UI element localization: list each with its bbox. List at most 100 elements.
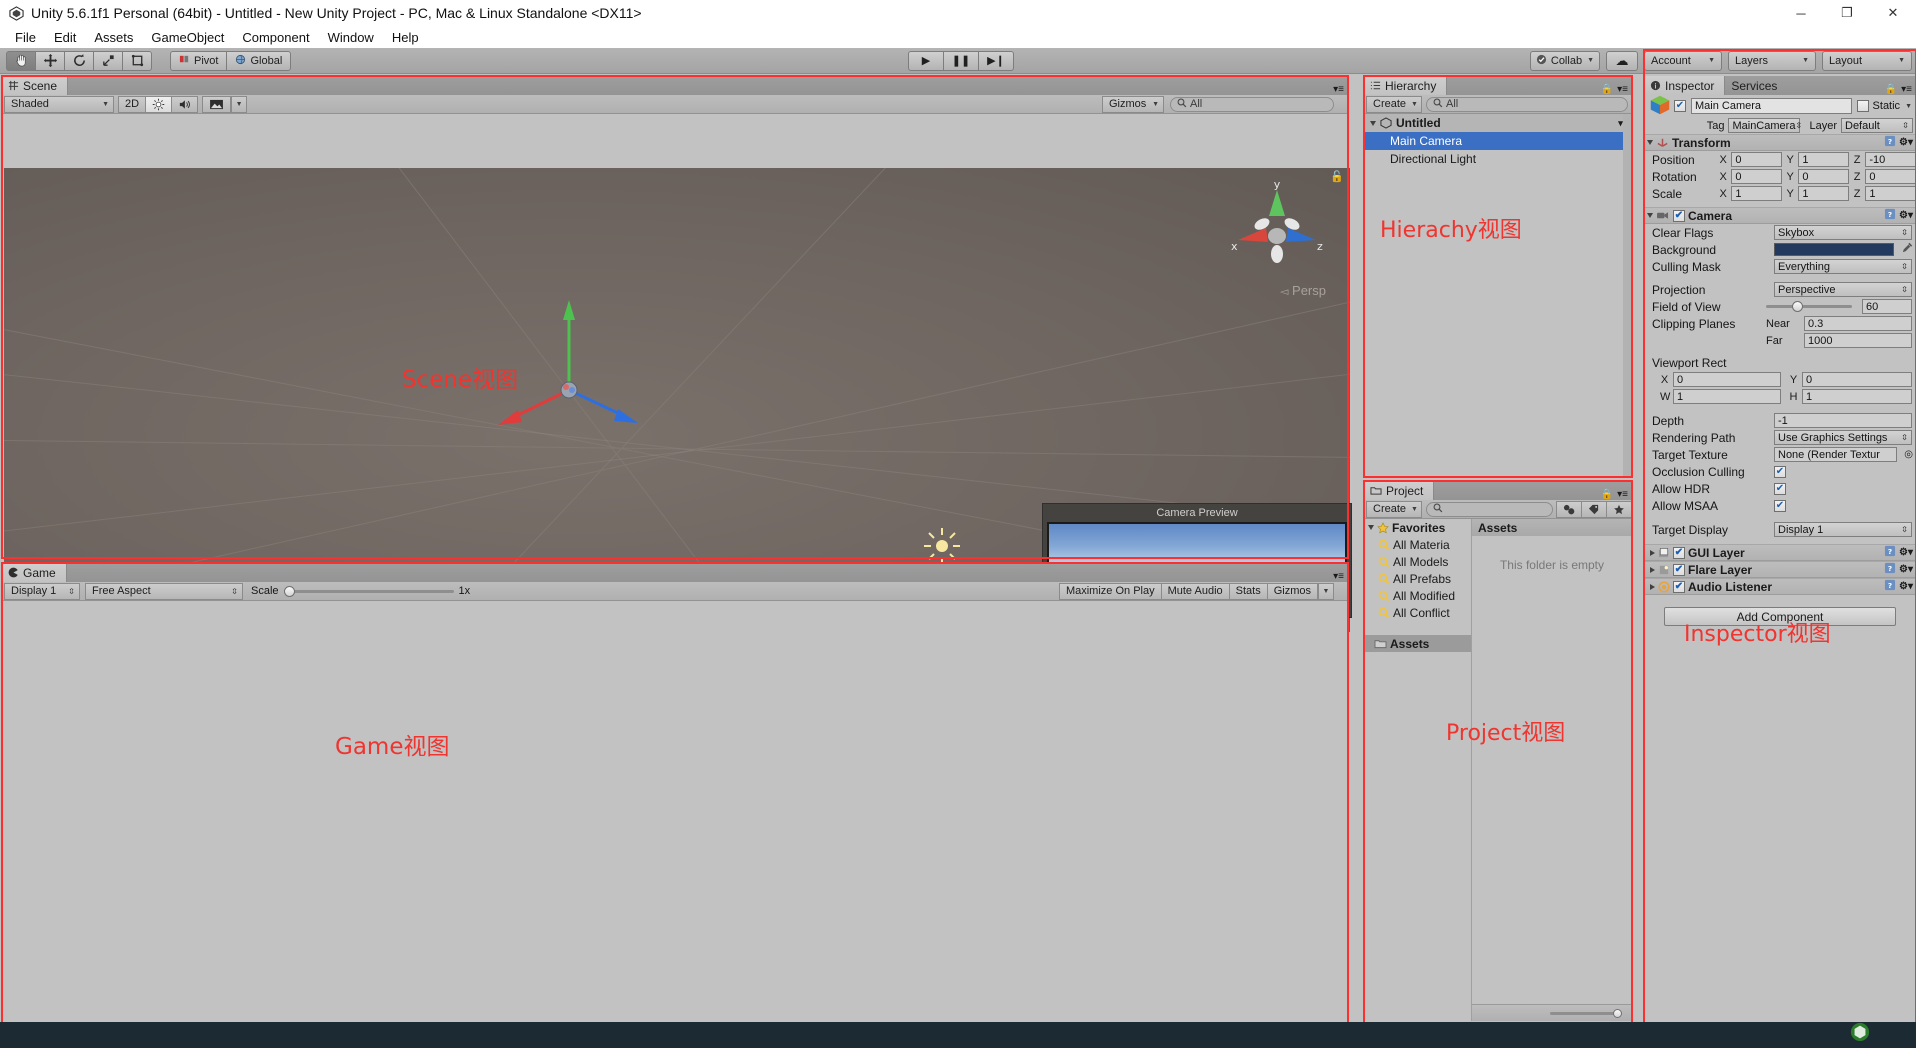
- filter-by-type-button[interactable]: [1556, 500, 1582, 518]
- scale-x-field[interactable]: 1: [1731, 186, 1783, 201]
- hierarchy-search-input[interactable]: All: [1426, 96, 1628, 112]
- chevron-right-icon[interactable]: [1650, 583, 1655, 590]
- toggle-2d[interactable]: 2D: [118, 95, 147, 113]
- depth-field[interactable]: -1: [1774, 413, 1912, 428]
- lock-icon[interactable]: 🔒: [1601, 489, 1613, 500]
- gear-icon[interactable]: ⚙▾: [1899, 210, 1913, 221]
- rotation-x-field[interactable]: 0: [1731, 169, 1783, 184]
- stats-toggle[interactable]: Stats: [1228, 582, 1268, 600]
- game-gizmos-dropdown[interactable]: ▼: [1318, 582, 1334, 600]
- project-favorite-item[interactable]: All Models: [1364, 553, 1471, 570]
- game-aspect-dropdown[interactable]: Free Aspect ⇳: [85, 582, 243, 600]
- gear-icon[interactable]: ⚙▾: [1899, 547, 1913, 558]
- move-tool-icon[interactable]: [35, 50, 65, 71]
- help-icon[interactable]: ?: [1884, 208, 1896, 223]
- unity-taskbar-icon[interactable]: [1850, 1022, 1870, 1045]
- lock-icon[interactable]: 🔒: [1885, 84, 1897, 95]
- minimize-button[interactable]: ─: [1778, 0, 1824, 26]
- menu-edit[interactable]: Edit: [45, 28, 85, 47]
- culling-mask-dropdown[interactable]: Everything ⇳: [1774, 259, 1912, 274]
- clear-flags-dropdown[interactable]: Skybox ⇳: [1774, 225, 1912, 240]
- maximize-button[interactable]: ❐: [1824, 0, 1870, 26]
- hand-tool-icon[interactable]: [6, 50, 36, 71]
- game-display-dropdown[interactable]: Display 1 ⇳: [4, 582, 80, 600]
- lock-icon[interactable]: 🔒: [1601, 84, 1613, 95]
- toggle-scene-fx[interactable]: [202, 95, 232, 113]
- menu-assets[interactable]: Assets: [85, 28, 142, 47]
- tab-project[interactable]: Project: [1364, 481, 1435, 500]
- camera-enabled-checkbox[interactable]: [1673, 209, 1685, 222]
- hamburger-menu-icon[interactable]: ▾≡: [1901, 84, 1912, 95]
- layer-dropdown[interactable]: Default ⇳: [1841, 118, 1913, 133]
- viewport-h-field[interactable]: 1: [1802, 389, 1912, 404]
- project-search-input[interactable]: [1426, 501, 1553, 517]
- gear-icon[interactable]: ⚙▾: [1899, 564, 1913, 575]
- help-icon[interactable]: ?: [1884, 579, 1896, 594]
- flare-layer-component-header[interactable]: Flare Layer ? ⚙▾: [1644, 561, 1916, 578]
- hierarchy-scene-row[interactable]: Untitled ▾≡: [1364, 114, 1632, 132]
- cloud-button[interactable]: ☁: [1606, 50, 1638, 71]
- target-texture-field[interactable]: None (Render Textur: [1774, 447, 1898, 462]
- toggle-scene-audio[interactable]: [171, 95, 199, 113]
- audio-listener-component-header[interactable]: Audio Listener ? ⚙▾: [1644, 578, 1916, 595]
- project-favorites-row[interactable]: Favorites: [1364, 519, 1471, 536]
- pause-button[interactable]: ❚❚: [943, 50, 979, 71]
- scale-tool-icon[interactable]: [93, 50, 123, 71]
- tab-inspector[interactable]: i Inspector: [1644, 76, 1726, 95]
- hierarchy-item-main-camera[interactable]: Main Camera: [1364, 132, 1632, 150]
- hierarchy-item-directional-light[interactable]: Directional Light: [1364, 150, 1632, 168]
- viewport-w-field[interactable]: 1: [1673, 389, 1781, 404]
- menu-file[interactable]: File: [6, 28, 45, 47]
- scale-z-field[interactable]: 1: [1865, 186, 1916, 201]
- game-panel-menu[interactable]: ▾≡: [1333, 571, 1348, 582]
- scene-fx-dropdown[interactable]: ▼: [231, 95, 248, 113]
- hamburger-menu-icon[interactable]: ▾≡: [1617, 84, 1628, 95]
- game-gizmos-toggle[interactable]: Gizmos: [1266, 582, 1318, 600]
- rendering-path-dropdown[interactable]: Use Graphics Settings ⇳: [1774, 430, 1912, 445]
- help-icon[interactable]: ?: [1884, 545, 1896, 560]
- favorites-star-button[interactable]: [1606, 500, 1632, 518]
- fov-field[interactable]: 60: [1862, 299, 1912, 314]
- collab-button[interactable]: Collab ▼: [1529, 50, 1600, 71]
- far-field[interactable]: 1000: [1804, 333, 1912, 348]
- gui-layer-component-header[interactable]: GUI Layer ? ⚙▾: [1644, 544, 1916, 561]
- project-panel-menu[interactable]: 🔒 ▾≡: [1601, 489, 1632, 500]
- rotation-z-field[interactable]: 0: [1865, 169, 1916, 184]
- chevron-down-icon[interactable]: [1647, 140, 1653, 145]
- toggle-scene-lighting[interactable]: [145, 95, 173, 113]
- projection-dropdown[interactable]: Perspective ⇳: [1774, 282, 1912, 297]
- hierarchy-panel-menu[interactable]: 🔒 ▾≡: [1601, 84, 1632, 95]
- help-icon[interactable]: ?: [1884, 562, 1896, 577]
- gear-icon[interactable]: ⚙▾: [1899, 581, 1913, 592]
- layout-dropdown[interactable]: Layout ▼: [1822, 50, 1912, 71]
- rotation-y-field[interactable]: 0: [1798, 169, 1849, 184]
- occlusion-culling-checkbox[interactable]: [1774, 465, 1786, 478]
- filter-by-label-button[interactable]: [1581, 500, 1607, 518]
- hamburger-menu-icon[interactable]: ▾≡: [1333, 571, 1344, 582]
- project-favorite-item[interactable]: All Conflict: [1364, 604, 1471, 621]
- project-favorite-item[interactable]: All Modified: [1364, 587, 1471, 604]
- rect-tool-icon[interactable]: [122, 50, 152, 71]
- chevron-down-icon[interactable]: [1647, 213, 1653, 218]
- near-field[interactable]: 0.3: [1804, 316, 1912, 331]
- menu-component[interactable]: Component: [233, 28, 318, 47]
- step-button[interactable]: ▶❙: [978, 50, 1014, 71]
- tab-hierarchy[interactable]: Hierarchy: [1364, 76, 1448, 95]
- position-z-field[interactable]: -10: [1865, 152, 1916, 167]
- maximize-on-play-toggle[interactable]: Maximize On Play: [1058, 582, 1162, 600]
- play-button[interactable]: ▶: [908, 50, 944, 71]
- inspector-panel-menu[interactable]: 🔒 ▾≡: [1885, 84, 1916, 95]
- scene-persp-label[interactable]: ◅ Persp: [1280, 283, 1326, 298]
- add-component-button[interactable]: Add Component: [1664, 607, 1896, 626]
- project-create-button[interactable]: Create ▼: [1366, 500, 1422, 518]
- pivot-toggle[interactable]: Pivot: [170, 50, 228, 71]
- scene-panel-menu[interactable]: ▾≡: [1333, 84, 1348, 95]
- help-icon[interactable]: ?: [1884, 135, 1896, 150]
- fov-slider[interactable]: [1766, 301, 1852, 312]
- allow-hdr-checkbox[interactable]: [1774, 482, 1786, 495]
- scene-gizmos-dropdown[interactable]: Gizmos ▼: [1102, 95, 1164, 113]
- chevron-down-icon[interactable]: [1368, 525, 1374, 530]
- game-scale-slider[interactable]: [283, 585, 454, 597]
- tab-scene[interactable]: Scene: [2, 76, 69, 95]
- background-color-swatch[interactable]: [1774, 243, 1894, 256]
